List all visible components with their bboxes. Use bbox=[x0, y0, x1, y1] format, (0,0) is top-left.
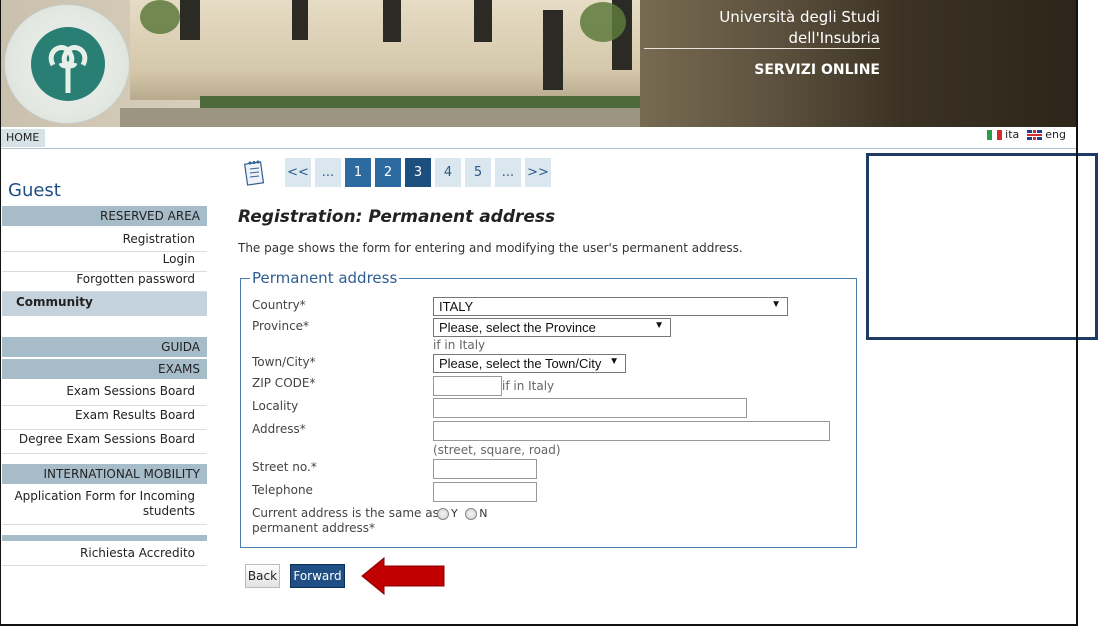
page-title: Registration: Permanent address bbox=[238, 207, 556, 227]
sidebar-section-guida[interactable]: GUIDA bbox=[2, 337, 207, 357]
language-switcher: ita eng bbox=[987, 128, 1066, 141]
application-form-label-line2: students bbox=[142, 504, 195, 518]
province-label: Province* bbox=[252, 319, 310, 333]
sidebar-item-exam-results[interactable]: Exam Results Board bbox=[2, 408, 207, 430]
street-no-label: Street no.* bbox=[252, 460, 317, 474]
lang-italian[interactable]: ita bbox=[987, 128, 1019, 141]
chevron-down-icon: ▼ bbox=[609, 356, 619, 367]
lang-italian-label: ita bbox=[1005, 128, 1020, 141]
zip-field[interactable] bbox=[433, 376, 502, 396]
header-divider bbox=[644, 48, 880, 49]
home-link[interactable]: HOME bbox=[0, 129, 46, 147]
province-select-value: Please, select the Province bbox=[439, 320, 596, 335]
country-select[interactable]: ITALY ▼ bbox=[433, 297, 788, 316]
radio-no-label: N bbox=[479, 507, 488, 520]
lang-english[interactable]: eng bbox=[1027, 128, 1066, 141]
application-form-label-line1: Application Form for Incoming bbox=[14, 489, 195, 503]
sidebar-section-exams: EXAMS bbox=[2, 359, 207, 379]
radio-yes[interactable] bbox=[437, 508, 449, 520]
university-name-line2: dell'Insubria bbox=[788, 29, 880, 47]
same-address-label-line1: Current address is the same as bbox=[252, 506, 439, 520]
sidebar-item-registration[interactable]: Registration bbox=[2, 232, 207, 252]
notebook-icon bbox=[244, 160, 265, 186]
header-banner: Università degli Studi dell'Insubria SER… bbox=[0, 0, 1078, 127]
sidebar-item-richiesta-accredito[interactable]: Richiesta Accredito bbox=[2, 546, 207, 566]
zip-note: if in Italy bbox=[502, 379, 555, 393]
street-no-field[interactable] bbox=[433, 459, 537, 479]
page-description: The page shows the form for entering and… bbox=[238, 241, 743, 255]
forward-button[interactable]: Forward bbox=[290, 564, 345, 588]
sidebar-item-community[interactable]: Community bbox=[2, 292, 207, 316]
sidebar-divider bbox=[2, 535, 207, 541]
annotation-box bbox=[866, 153, 1098, 340]
sidebar-item-forgotten-password[interactable]: Forgotten password bbox=[2, 272, 207, 292]
pager-page-3[interactable]: 3 bbox=[405, 158, 431, 187]
fieldset-legend: Permanent address bbox=[250, 269, 400, 287]
university-name: Università degli Studi dell'Insubria bbox=[719, 7, 880, 49]
pager-ellipsis-start[interactable]: ... bbox=[315, 158, 341, 187]
user-name: Guest bbox=[8, 180, 61, 201]
chevron-down-icon: ▼ bbox=[654, 320, 664, 331]
address-field[interactable] bbox=[433, 421, 830, 441]
telephone-label: Telephone bbox=[252, 483, 313, 497]
same-address-label: Current address is the same as permanent… bbox=[252, 506, 439, 536]
locality-field[interactable] bbox=[433, 398, 747, 418]
province-note: if in Italy bbox=[433, 338, 486, 352]
frame-border-left bbox=[0, 0, 1, 626]
locality-label: Locality bbox=[252, 399, 299, 413]
pager-last[interactable]: >> bbox=[525, 158, 551, 187]
town-select[interactable]: Please, select the Town/City ▼ bbox=[433, 354, 626, 373]
step-pager: << ... 1 2 3 4 5 ... >> bbox=[243, 158, 555, 187]
country-label: Country* bbox=[252, 298, 306, 312]
province-select[interactable]: Please, select the Province ▼ bbox=[433, 318, 671, 337]
town-select-value: Please, select the Town/City bbox=[439, 356, 602, 371]
radio-no[interactable] bbox=[465, 508, 478, 520]
pager-page-2[interactable]: 2 bbox=[375, 158, 401, 187]
frame-border-right bbox=[1076, 0, 1078, 626]
lang-english-label: eng bbox=[1045, 128, 1066, 141]
uk-flag-icon bbox=[1027, 130, 1043, 140]
service-title: SERVIZI ONLINE bbox=[754, 62, 880, 78]
sidebar-item-login[interactable]: Login bbox=[2, 252, 207, 272]
chevron-down-icon: ▼ bbox=[771, 299, 781, 310]
address-label: Address* bbox=[252, 422, 306, 436]
same-address-radio-group: Y N bbox=[437, 507, 487, 520]
pager-ellipsis-end[interactable]: ... bbox=[495, 158, 521, 187]
sidebar-item-application-form[interactable]: Application Form for Incoming students bbox=[2, 489, 207, 525]
radio-yes-label: Y bbox=[451, 507, 458, 520]
zip-label: ZIP CODE* bbox=[252, 376, 316, 390]
town-label: Town/City* bbox=[252, 355, 316, 369]
country-select-value: ITALY bbox=[439, 299, 474, 314]
university-seal-icon bbox=[4, 4, 130, 124]
university-name-line1: Università degli Studi bbox=[719, 8, 880, 26]
sidebar-item-exam-sessions[interactable]: Exam Sessions Board bbox=[2, 384, 207, 406]
pager-first[interactable]: << bbox=[285, 158, 311, 187]
pager-page-1[interactable]: 1 bbox=[345, 158, 371, 187]
top-navigation: HOME ita eng bbox=[0, 127, 1078, 149]
pager-page-4[interactable]: 4 bbox=[435, 158, 461, 187]
address-note: (street, square, road) bbox=[433, 443, 561, 457]
annotation-arrow-icon bbox=[361, 556, 445, 596]
back-button[interactable]: Back bbox=[245, 564, 280, 588]
sidebar-section-international-mobility: INTERNATIONAL MOBILITY bbox=[2, 464, 207, 484]
same-address-label-line2: permanent address* bbox=[252, 521, 376, 535]
sidebar-item-degree-exam-sessions[interactable]: Degree Exam Sessions Board bbox=[2, 432, 207, 454]
pager-page-5[interactable]: 5 bbox=[465, 158, 491, 187]
telephone-field[interactable] bbox=[433, 482, 537, 502]
sidebar-section-reserved-area: RESERVED AREA bbox=[2, 206, 207, 226]
italian-flag-icon bbox=[987, 130, 1003, 140]
